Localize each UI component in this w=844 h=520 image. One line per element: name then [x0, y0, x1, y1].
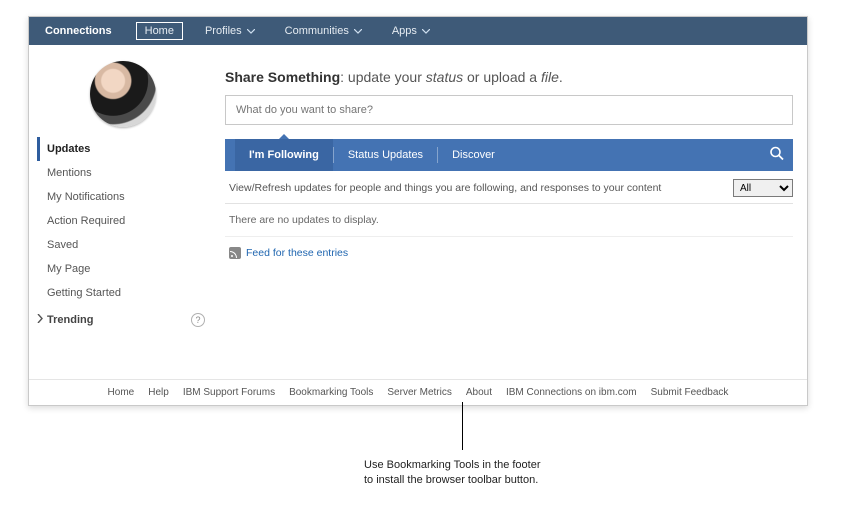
rss-icon: [229, 247, 241, 259]
nav-home[interactable]: Home: [136, 22, 183, 40]
trending-label: Trending: [47, 314, 93, 326]
help-icon[interactable]: ?: [191, 313, 205, 327]
tab-status-updates[interactable]: Status Updates: [334, 139, 437, 171]
brand-label: Connections: [45, 25, 112, 37]
footer-server-metrics[interactable]: Server Metrics: [387, 387, 451, 398]
chevron-right-icon: [37, 314, 43, 326]
sidebar-item-saved[interactable]: Saved: [37, 233, 209, 257]
search-icon[interactable]: [769, 146, 785, 165]
chevron-down-icon: [247, 29, 255, 34]
info-row: View/Refresh updates for people and thin…: [225, 171, 793, 204]
share-suffix: .: [559, 69, 563, 85]
chevron-down-icon: [354, 29, 362, 34]
tab-im-following[interactable]: I'm Following: [235, 139, 333, 171]
annotation-text: Use Bookmarking Tools in the footer to i…: [364, 458, 541, 488]
annotation-line1: Use Bookmarking Tools in the footer: [364, 459, 541, 471]
footer: Home Help IBM Support Forums Bookmarking…: [29, 379, 807, 405]
top-nav: Connections Home Profiles Communities Ap…: [29, 17, 807, 45]
nav-apps-label: Apps: [392, 25, 417, 37]
tab-im-following-label: I'm Following: [249, 149, 319, 161]
sidebar-list: Updates Mentions My Notifications Action…: [37, 137, 209, 305]
chevron-down-icon: [422, 29, 430, 34]
avatar-wrap: [37, 61, 209, 127]
nav-home-label: Home: [145, 25, 174, 37]
sidebar-item-action-required[interactable]: Action Required: [37, 209, 209, 233]
trending-row: Trending ?: [37, 305, 209, 333]
footer-ibm-support-forums[interactable]: IBM Support Forums: [183, 387, 275, 398]
info-text: View/Refresh updates for people and thin…: [229, 182, 661, 194]
nav-profiles-label: Profiles: [205, 25, 242, 37]
nav-communities[interactable]: Communities: [277, 22, 370, 40]
footer-bookmarking-tools[interactable]: Bookmarking Tools: [289, 387, 373, 398]
avatar[interactable]: [90, 61, 156, 127]
feed-link-label: Feed for these entries: [246, 247, 348, 259]
sidebar-item-my-notifications[interactable]: My Notifications: [37, 185, 209, 209]
nav-profiles[interactable]: Profiles: [197, 22, 263, 40]
footer-help[interactable]: Help: [148, 387, 169, 398]
share-em2: file: [541, 69, 559, 85]
footer-about[interactable]: About: [466, 387, 492, 398]
share-heading: Share Something: update your status or u…: [225, 69, 793, 85]
sidebar: Updates Mentions My Notifications Action…: [29, 45, 217, 379]
sidebar-item-getting-started[interactable]: Getting Started: [37, 281, 209, 305]
share-em1: status: [426, 69, 463, 85]
sidebar-item-my-page[interactable]: My Page: [37, 257, 209, 281]
share-input[interactable]: [225, 95, 793, 125]
annotation-line2: to install the browser toolbar button.: [364, 474, 538, 486]
share-prefix: Share Something: [225, 69, 340, 85]
empty-message: There are no updates to display.: [225, 204, 793, 237]
share-m2: or upload a: [463, 69, 541, 85]
nav-apps[interactable]: Apps: [384, 22, 438, 40]
feed-link[interactable]: Feed for these entries: [225, 237, 793, 269]
footer-home[interactable]: Home: [108, 387, 135, 398]
share-m1: : update your: [340, 69, 426, 85]
tabs-bar: I'm Following Status Updates Discover: [225, 139, 793, 171]
app-window: Connections Home Profiles Communities Ap…: [28, 16, 808, 406]
tab-discover-label: Discover: [452, 149, 495, 161]
footer-ibm-connections[interactable]: IBM Connections on ibm.com: [506, 387, 637, 398]
sidebar-item-mentions[interactable]: Mentions: [37, 161, 209, 185]
annotation-line: [462, 402, 463, 450]
nav-communities-label: Communities: [285, 25, 349, 37]
filter-select[interactable]: All: [733, 179, 793, 197]
sidebar-item-updates[interactable]: Updates: [37, 137, 209, 161]
trending-toggle[interactable]: Trending: [37, 314, 93, 326]
tab-discover[interactable]: Discover: [438, 139, 509, 171]
tab-status-updates-label: Status Updates: [348, 149, 423, 161]
body-row: Updates Mentions My Notifications Action…: [29, 45, 807, 379]
footer-submit-feedback[interactable]: Submit Feedback: [651, 387, 729, 398]
main-panel: Share Something: update your status or u…: [217, 45, 807, 379]
